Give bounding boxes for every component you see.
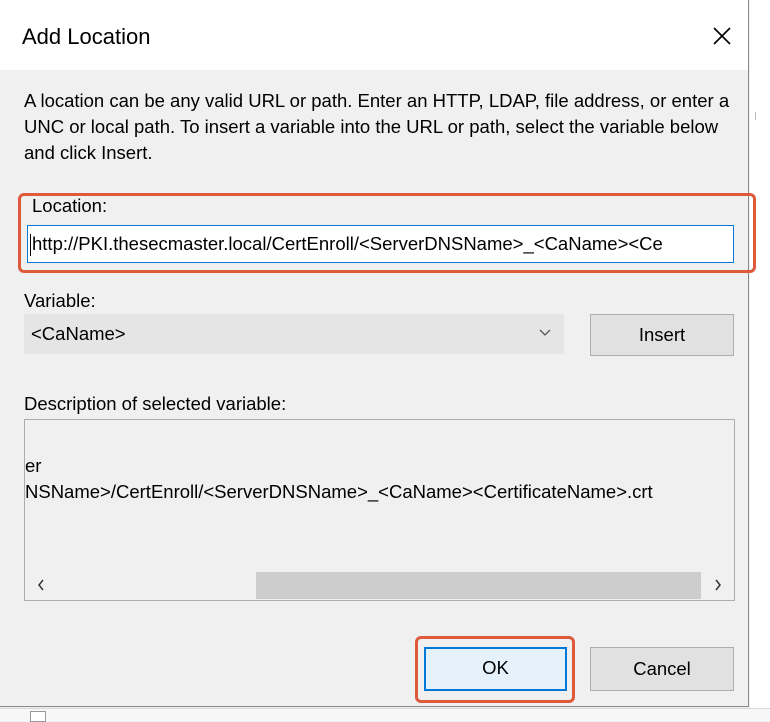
close-button[interactable] — [700, 14, 744, 58]
text-caret — [30, 234, 31, 257]
description-line: NSName>/CertEnroll/<ServerDNSName>_<CaNa… — [25, 481, 653, 502]
chevron-left-icon — [38, 579, 44, 591]
location-label: Location: — [32, 195, 108, 216]
location-input[interactable]: http://PKI.thesecmaster.local/CertEnroll… — [27, 225, 734, 263]
dialog-titlebar: Add Location — [0, 0, 748, 70]
scrollbar-thumb[interactable] — [256, 572, 701, 599]
scroll-left-button[interactable] — [26, 570, 56, 600]
background-window — [750, 0, 770, 720]
background-checkbox — [30, 711, 46, 722]
close-icon — [713, 27, 731, 45]
variable-select[interactable]: <CaName> — [24, 314, 564, 354]
scroll-right-button[interactable] — [703, 570, 733, 600]
variable-label: Variable: — [24, 290, 96, 311]
location-input-value: http://PKI.thesecmaster.local/CertEnroll… — [32, 233, 663, 254]
cancel-button[interactable]: Cancel — [590, 647, 734, 691]
description-label: Description of selected variable: — [24, 393, 287, 414]
horizontal-scrollbar[interactable] — [26, 570, 733, 600]
dialog-title: Add Location — [22, 24, 151, 49]
ok-button[interactable]: OK — [424, 647, 567, 691]
insert-button[interactable]: Insert — [590, 314, 734, 356]
variable-select-value: <CaName> — [31, 323, 126, 344]
add-location-dialog: Add Location A location can be any valid… — [0, 0, 749, 707]
description-line: er — [25, 455, 42, 476]
chevron-down-icon — [539, 329, 551, 336]
description-box: er NSName>/CertEnroll/<ServerDNSName>_<C… — [24, 419, 735, 601]
background-window-bottom — [0, 708, 770, 721]
chevron-right-icon — [715, 579, 721, 591]
background-divider — [755, 112, 756, 120]
dialog-instructions: A location can be any valid URL or path.… — [24, 90, 730, 163]
